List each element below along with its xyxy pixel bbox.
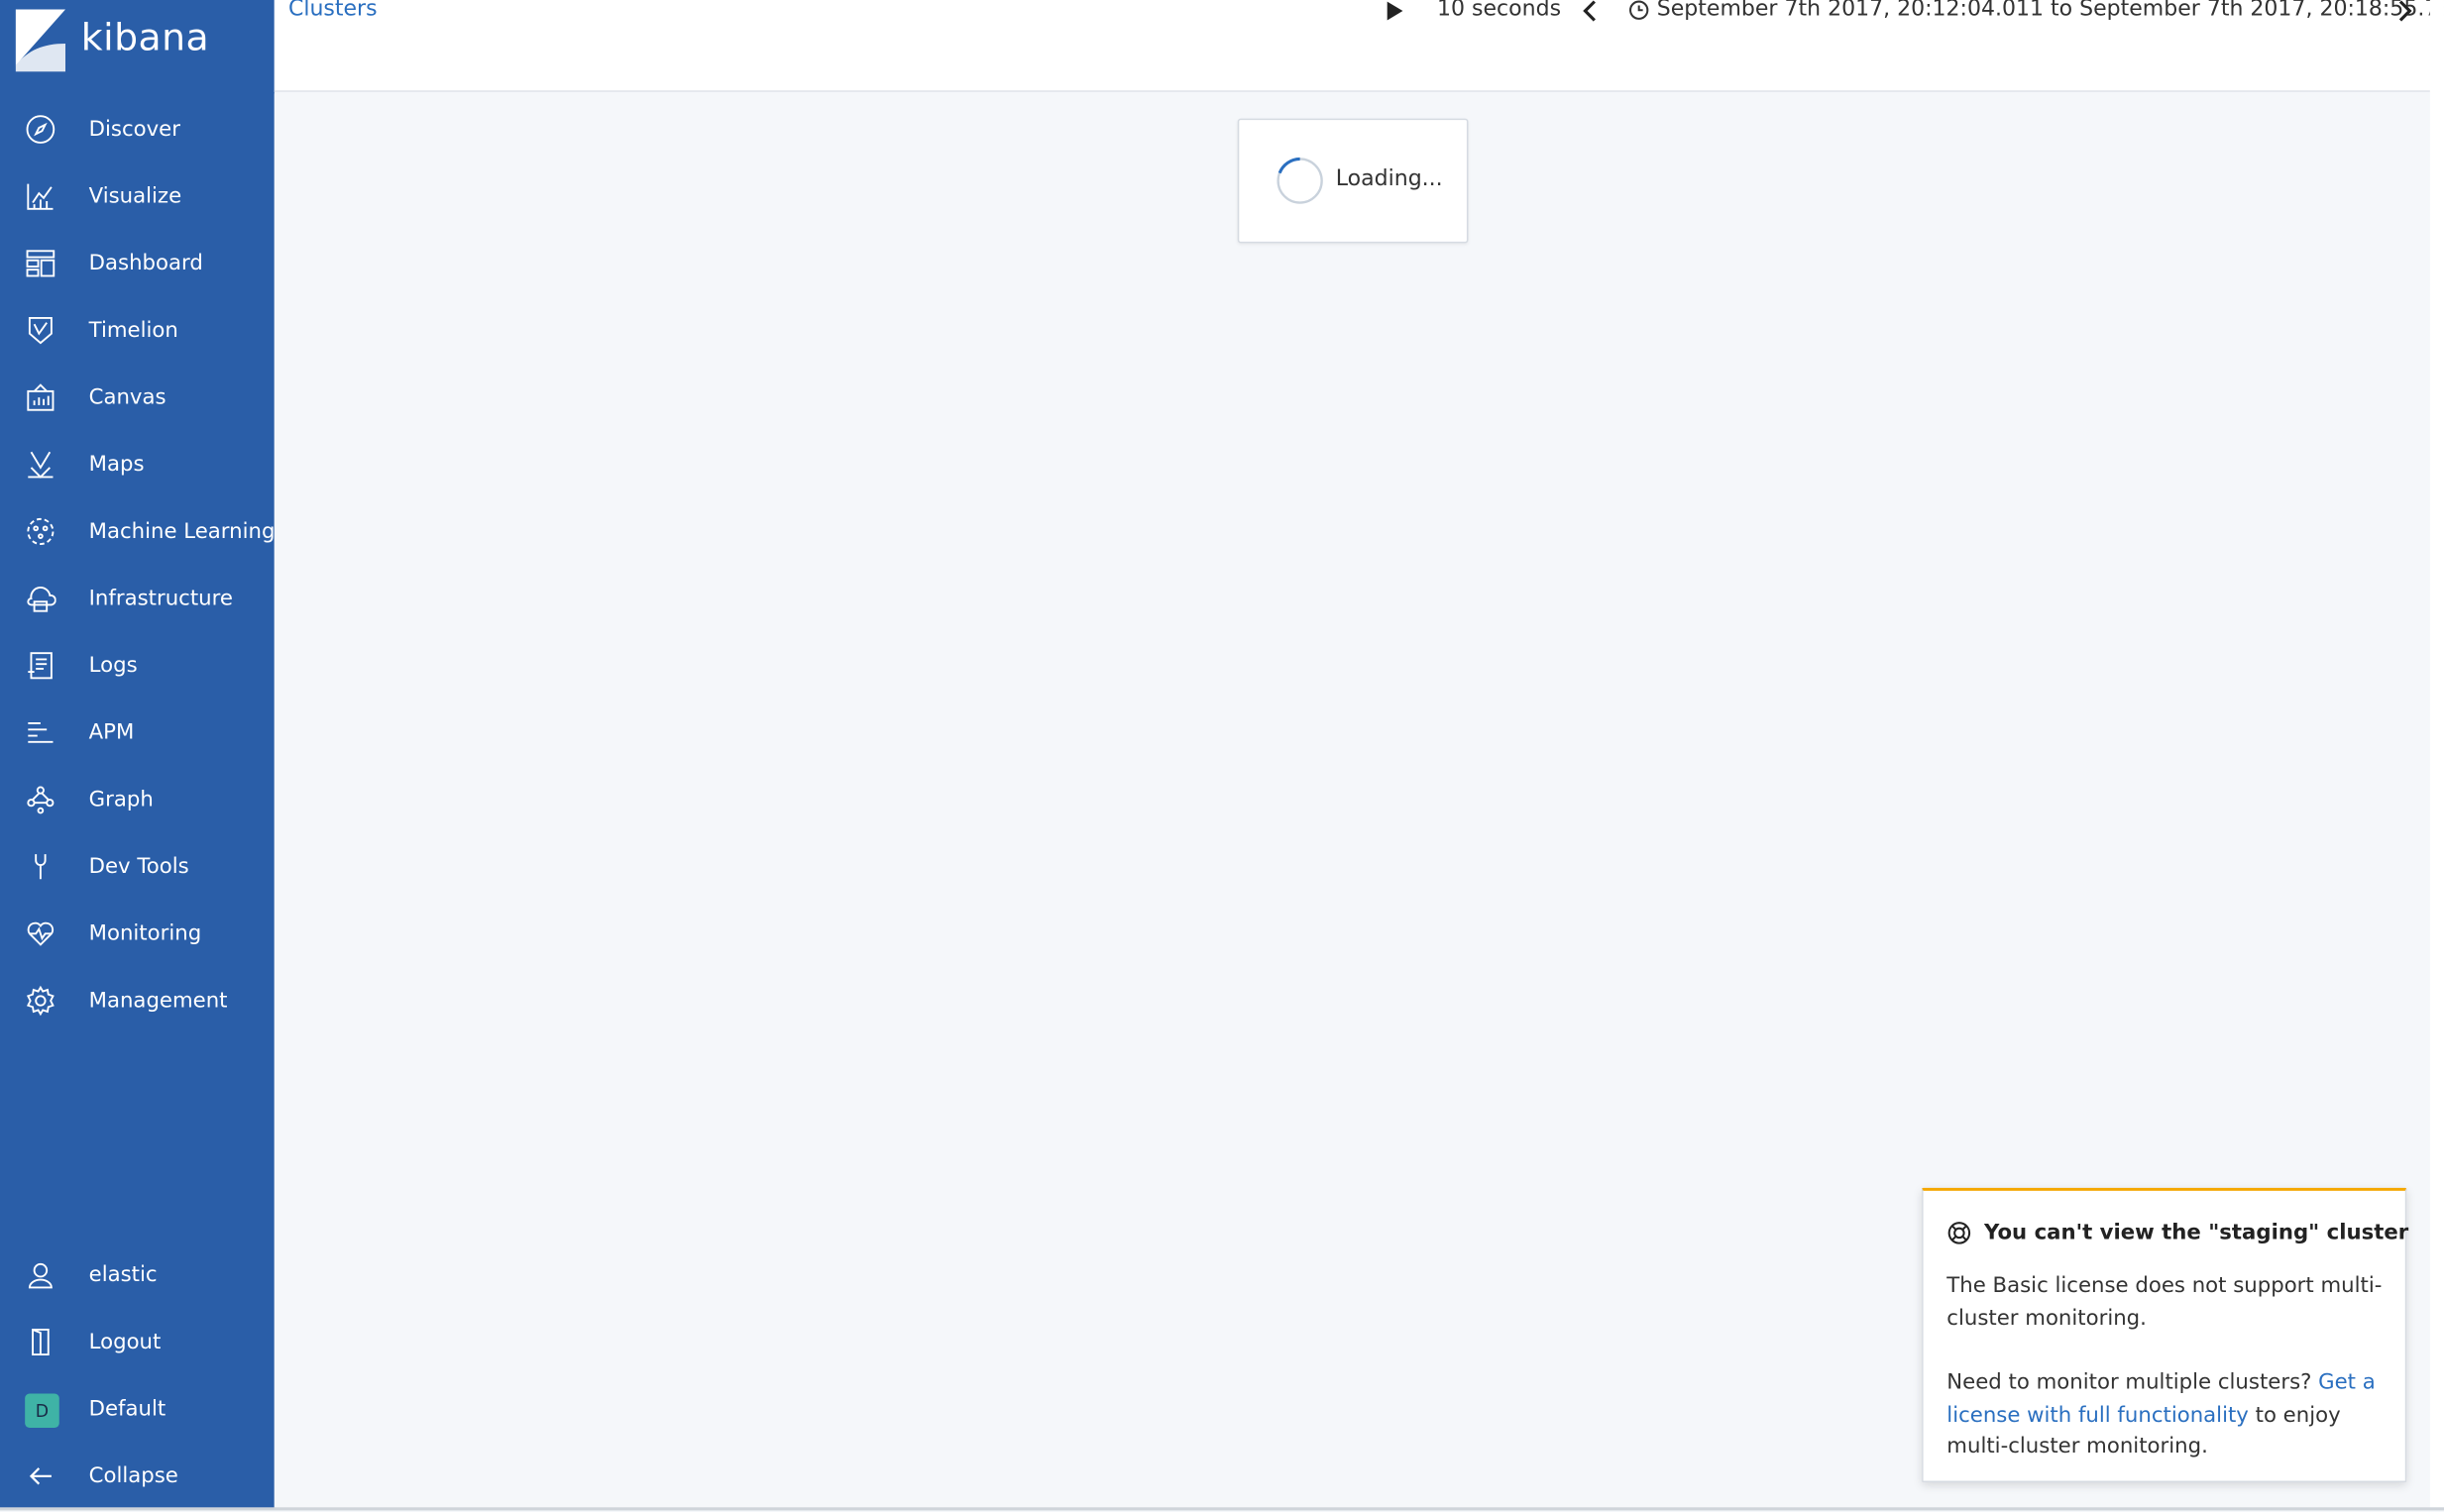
clock-icon (1629, 0, 1649, 20)
sidebar-item-discover[interactable]: Discover (0, 97, 275, 164)
timelion-icon (25, 315, 56, 346)
toast-message: The Basic license does not support multi… (1946, 1273, 2383, 1331)
license-warning-toast: You can't view the "staging" cluster The… (1922, 1187, 2409, 1483)
sidebar-item-user[interactable]: elastic (0, 1242, 275, 1310)
sidebar-item-label: Discover (88, 116, 180, 143)
sidebar-item-label: Logout (88, 1329, 162, 1355)
refresh-interval[interactable]: 10 seconds (1437, 0, 1561, 22)
sidebar-item-label: Visualize (88, 183, 182, 209)
sidebar-item-infrastructure[interactable]: Infrastructure (0, 566, 275, 633)
bottom-border (0, 1507, 2444, 1511)
canvas-icon (25, 381, 56, 412)
sidebar-item-space[interactable]: D Default (0, 1376, 275, 1444)
scrollbar-gutter (2429, 0, 2444, 1509)
breadcrumb[interactable]: Clusters (288, 0, 378, 22)
play-icon[interactable] (1385, 0, 1406, 22)
sidebar-item-label: Infrastructure (88, 586, 233, 611)
logout-icon (25, 1327, 56, 1357)
sidebar-item-apm[interactable]: APM (0, 700, 275, 767)
sidebar-item-label: Timelion (88, 317, 178, 344)
sidebar-item-label: Graph (88, 787, 154, 812)
sidebar-item-label: APM (88, 719, 135, 745)
sidebar-item-monitoring[interactable]: Monitoring (0, 901, 275, 968)
sidebar-item-dev-tools[interactable]: Dev Tools (0, 834, 275, 902)
gear-icon (25, 985, 56, 1017)
arrow-left-icon (25, 1460, 56, 1491)
apm-icon (25, 717, 56, 748)
sidebar-item-management[interactable]: Management (0, 968, 275, 1035)
top-header: Clusters 10 seconds September 7th 2017, … (274, 0, 2444, 92)
graph-icon (25, 784, 56, 814)
sidebar-item-machine-learning[interactable]: Machine Learning (0, 498, 275, 566)
space-badge: D (25, 1393, 59, 1429)
compass-icon (25, 114, 56, 145)
chevron-right-icon[interactable] (2395, 0, 2414, 22)
monitoring-icon (25, 918, 56, 949)
chevron-left-icon[interactable] (1581, 0, 1600, 22)
machine-learning-icon (25, 516, 56, 547)
sidebar-item-dashboard[interactable]: Dashboard (0, 231, 275, 298)
toast-text: Need to monitor multiple clusters? (1946, 1369, 2319, 1396)
sidebar-item-label: Machine Learning (88, 518, 276, 545)
sidebar-item-canvas[interactable]: Canvas (0, 365, 275, 432)
infrastructure-icon (25, 583, 56, 613)
sidebar-nav: kibana Discover Visualize Dashboard Time… (0, 0, 275, 1509)
sidebar-item-label: Dev Tools (88, 854, 189, 880)
logs-icon (25, 650, 56, 681)
sidebar-item-timelion[interactable]: Timelion (0, 297, 275, 365)
sidebar-item-label: elastic (88, 1262, 158, 1288)
user-icon (25, 1259, 56, 1290)
sidebar-item-label: Monitoring (88, 920, 202, 946)
sidebar-item-logout[interactable]: Logout (0, 1309, 275, 1376)
spinner-icon (1277, 157, 1323, 204)
loading-panel: Loading... (1237, 118, 1469, 244)
help-lifebuoy-icon (1947, 1222, 1971, 1244)
sidebar-item-label: Dashboard (88, 251, 203, 276)
space-avatar: D (25, 1393, 59, 1429)
dev-tools-icon (25, 851, 56, 882)
time-range-picker[interactable]: September 7th 2017, 20:12:04.011 to Sept… (1657, 0, 2444, 22)
dashboard-icon (25, 248, 56, 278)
sidebar-item-label: Collapse (88, 1463, 178, 1489)
maps-icon (25, 449, 56, 480)
toast-message-upgrade: Need to monitor multiple clusters? Get a… (1946, 1367, 2390, 1463)
brand[interactable]: kibana (0, 0, 275, 81)
sidebar-item-label: Management (88, 988, 228, 1014)
sidebar-item-label: Canvas (88, 384, 167, 410)
sidebar-item-label: Logs (88, 653, 138, 679)
sidebar-item-maps[interactable]: Maps (0, 432, 275, 499)
sidebar-collapse-button[interactable]: Collapse (0, 1444, 275, 1511)
loading-text: Loading... (1335, 166, 1443, 192)
toast-body: The Basic license does not support multi… (1946, 1270, 2390, 1495)
sidebar-item-graph[interactable]: Graph (0, 767, 275, 834)
sidebar-item-visualize[interactable]: Visualize (0, 163, 275, 231)
toast-title: You can't view the "staging" cluster (1984, 1220, 2409, 1245)
brand-name: kibana (80, 15, 210, 59)
sidebar-item-logs[interactable]: Logs (0, 633, 275, 701)
kibana-logo-icon (15, 9, 66, 72)
visualize-icon (25, 180, 56, 211)
sidebar-item-label: Maps (88, 452, 145, 478)
sidebar-item-label: Default (88, 1396, 167, 1422)
